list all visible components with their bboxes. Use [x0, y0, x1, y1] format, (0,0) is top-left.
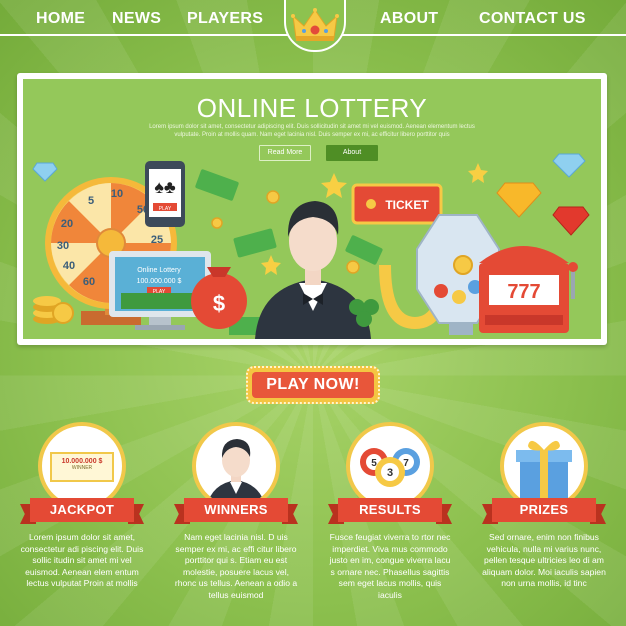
card-description: Fusce feugiat viverra to rtor nec imperd… — [329, 532, 451, 600]
ribbon-prizes: PRIZES — [482, 498, 606, 526]
hero-panel: ONLINE LOTTERY Lorem ipsum dolor sit ame… — [23, 79, 601, 339]
ball-number: 5 — [371, 458, 377, 469]
diamond-icon — [32, 162, 58, 182]
coin-icon — [346, 260, 360, 274]
top-nav: HOME NEWS PLAYERS ABOUT CONTACT US — [0, 0, 626, 52]
card-description: Sed ornare, enim non finibus vehicula, n… — [482, 532, 606, 588]
card-description: Lorem ipsum dolor sit amet, consectetur … — [20, 532, 144, 588]
coin-icon — [211, 217, 223, 229]
wheel-number: 10 — [111, 188, 123, 200]
play-now-button[interactable]: PLAY NOW! — [246, 366, 380, 404]
ribbon-results: RESULTS — [328, 498, 452, 526]
slot-digits: 777 — [507, 281, 540, 303]
monitor-title: Online Lottery — [137, 267, 181, 274]
nav-news[interactable]: NEWS — [112, 10, 161, 28]
crown-logo[interactable] — [284, 0, 346, 52]
nav-contact-us[interactable]: CONTACT US — [479, 10, 586, 28]
winners-badge-circle — [192, 422, 280, 510]
phone-play-label: PLAY — [159, 206, 172, 212]
coin-stack — [33, 296, 74, 324]
wheel-number: 60 — [83, 276, 95, 288]
lottery-illustration: 5 10 50 20 40 30 60 25 ♠♣ PLAY Online Lo… — [32, 153, 590, 339]
play-now-label: PLAY NOW! — [252, 372, 374, 398]
ball-number: 7 — [403, 458, 409, 469]
hero-banner: ONLINE LOTTERY Lorem ipsum dolor sit ame… — [17, 73, 607, 345]
jackpot-winner-label: WINNER — [71, 465, 93, 471]
gift-box-icon — [516, 440, 572, 498]
gold-diamond-icon — [496, 182, 542, 218]
monitor-amount: 100.000.000 $ — [137, 278, 182, 285]
nav-players[interactable]: PLAYERS — [187, 10, 263, 28]
winner-avatar-icon — [206, 439, 266, 506]
card-title: RESULTS — [338, 498, 442, 522]
card-description: Nam eget lacinia nisl. D uis semper ex m… — [174, 532, 298, 600]
coin-icon — [266, 190, 280, 204]
wheel-number: 30 — [57, 240, 69, 252]
ribbon-winners: WINNERS — [174, 498, 298, 526]
ribbon-jackpot: JACKPOT — [20, 498, 144, 526]
lottery-balls-icon: 5 3 7 — [360, 448, 420, 487]
star-icon — [261, 255, 281, 275]
jackpot-ticket: 10.000.000 $ WINNER — [50, 452, 114, 482]
wheel-number: 20 — [61, 218, 73, 230]
card-title: JACKPOT — [30, 498, 134, 522]
ticket-icon: TICKET — [351, 183, 443, 225]
ticket-label: TICKET — [385, 198, 429, 212]
money-bag-symbol: $ — [213, 291, 225, 316]
wheel-number: 5 — [88, 195, 94, 207]
ball-number: 3 — [387, 467, 393, 479]
jackpot-amount: 10.000.000 $ — [61, 458, 103, 465]
nav-about[interactable]: ABOUT — [380, 10, 438, 28]
svg-text:♠♣: ♠♣ — [154, 177, 176, 197]
star-icon — [321, 173, 347, 198]
prizes-badge-circle — [500, 422, 588, 510]
crown-icon — [291, 8, 339, 41]
ruby-icon — [552, 206, 590, 236]
card-title: PRIZES — [492, 498, 596, 522]
wheel-number: 25 — [151, 234, 163, 246]
phone-icon: ♠♣ PLAY — [145, 161, 185, 227]
jackpot-badge-circle: 10.000.000 $ WINNER — [38, 422, 126, 510]
wheel-number: 40 — [63, 260, 75, 272]
star-icon — [468, 163, 488, 183]
nav-home[interactable]: HOME — [36, 10, 85, 28]
diamond-icon — [552, 153, 586, 178]
card-title: WINNERS — [184, 498, 288, 522]
results-badge-circle: 5 3 7 — [346, 422, 434, 510]
slot-machine-icon: 777 — [479, 246, 578, 333]
